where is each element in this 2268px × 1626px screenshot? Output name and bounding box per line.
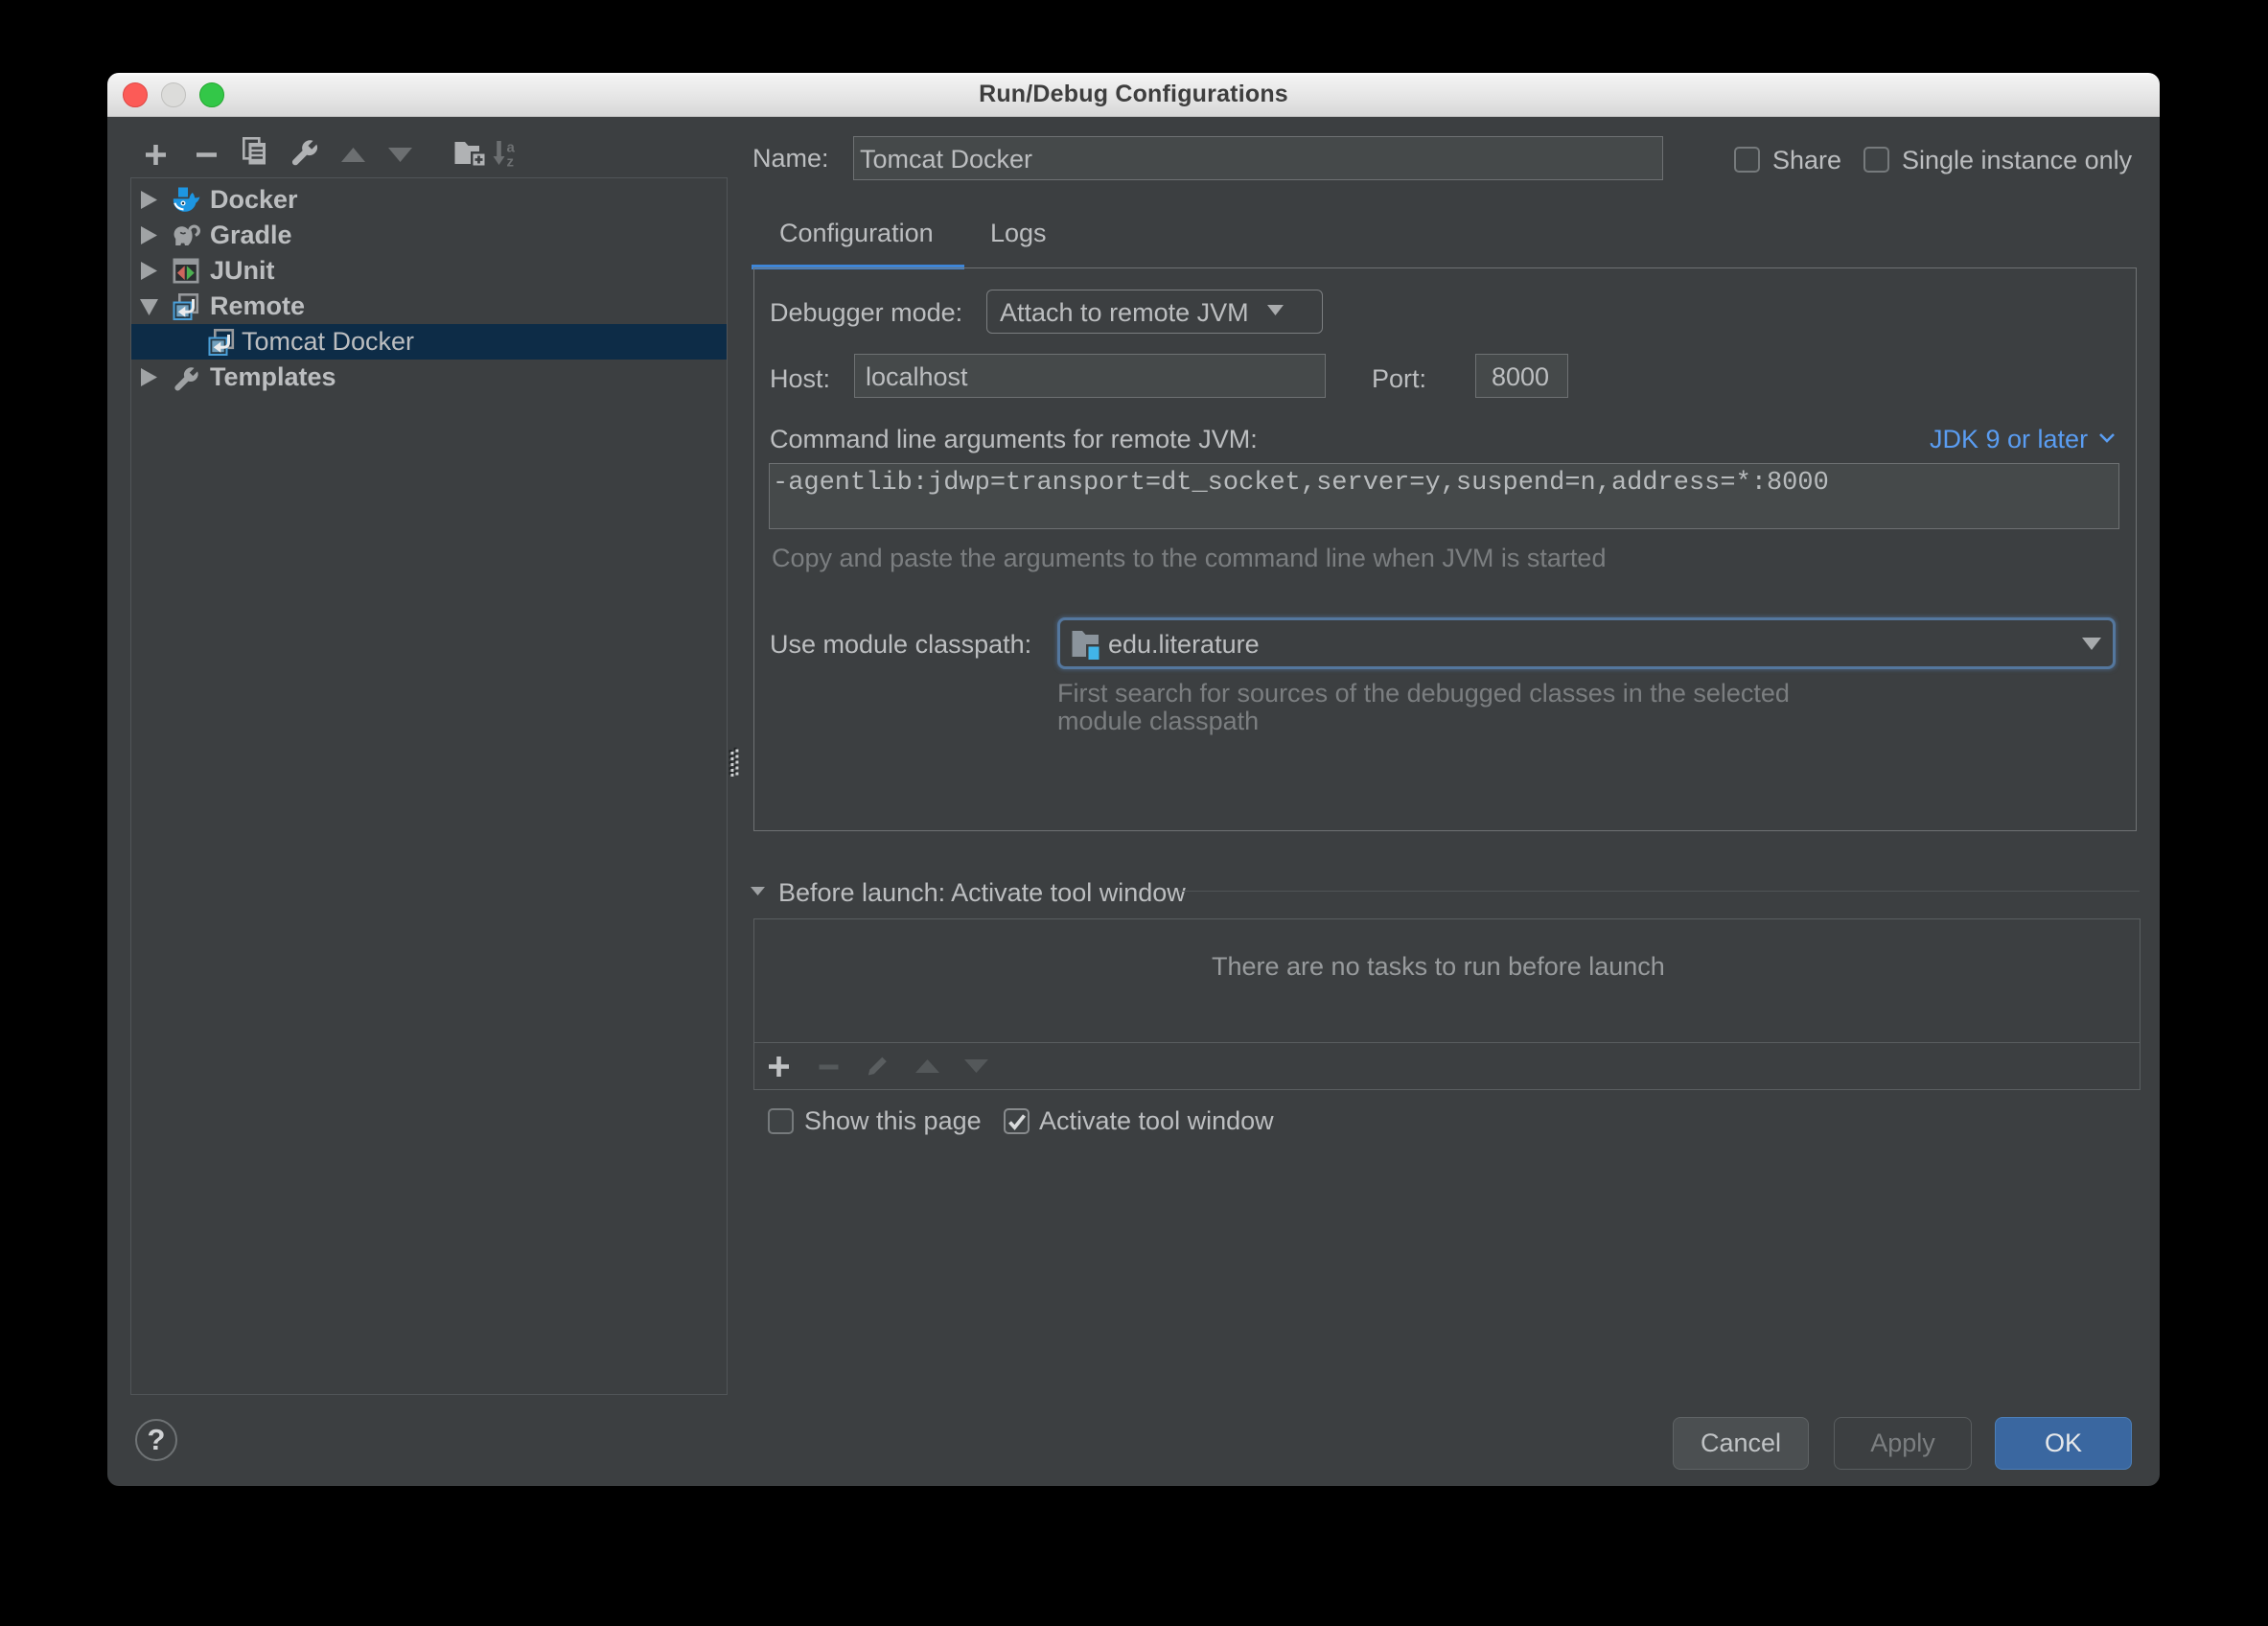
svg-text:z: z <box>507 154 515 168</box>
